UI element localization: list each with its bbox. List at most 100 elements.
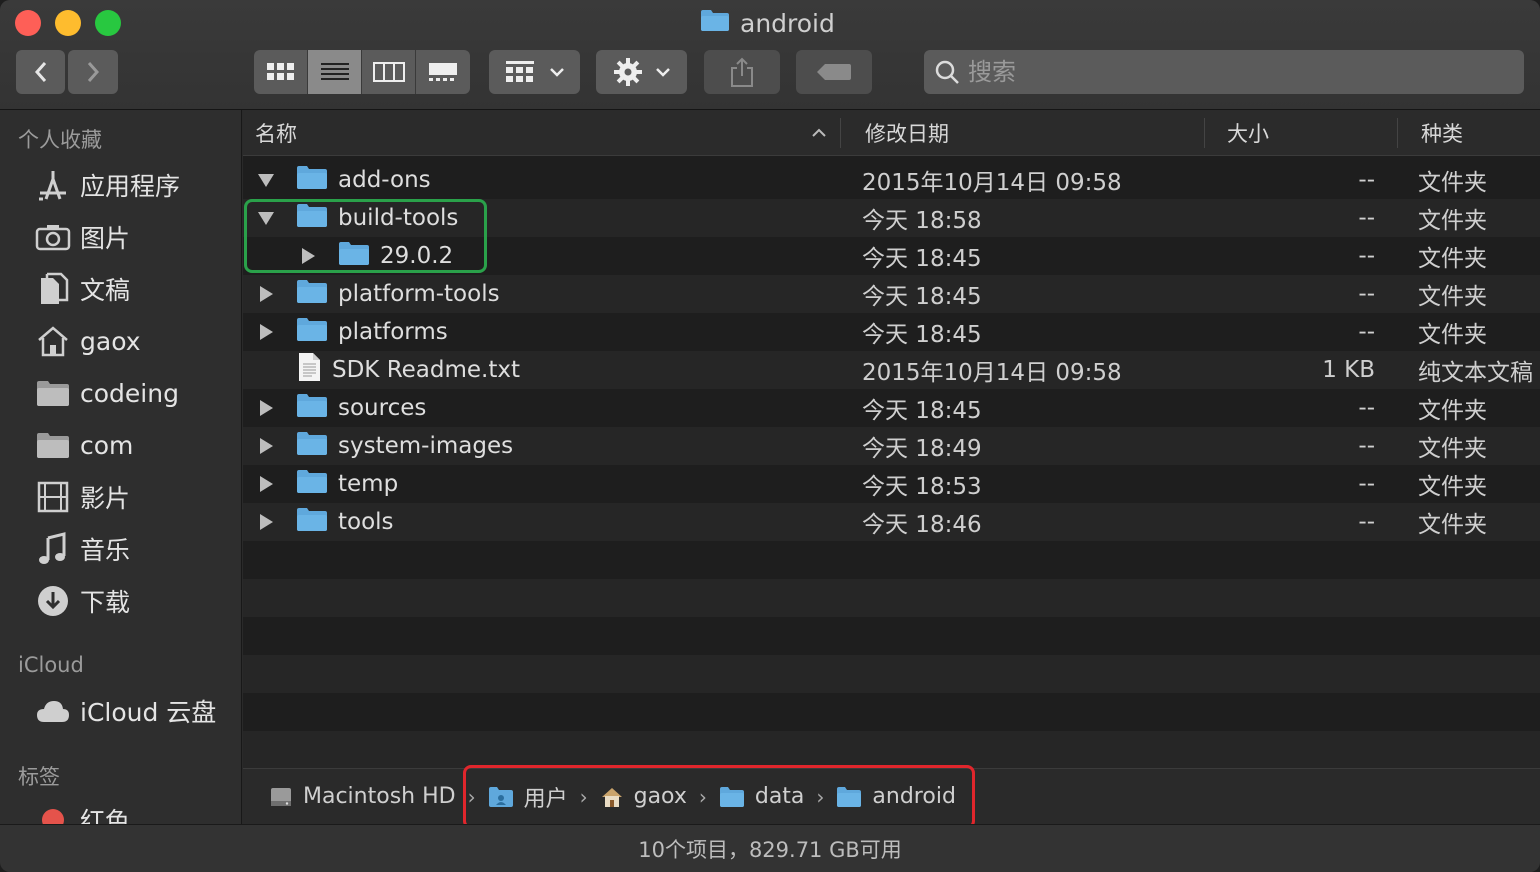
file-size: -- bbox=[1358, 319, 1375, 345]
file-kind: 纯文本文稿 bbox=[1418, 360, 1533, 386]
sidebar-item-codeing[interactable]: codeing bbox=[34, 371, 179, 415]
file-row[interactable]: add-ons 2015年10月14日 09:58 -- 文件夹 bbox=[243, 161, 1540, 199]
disclosure-collapsed-icon[interactable] bbox=[256, 322, 276, 342]
icon-grid-icon bbox=[266, 63, 294, 80]
sidebar-item-icloud-drive[interactable]: iCloud 云盘 bbox=[34, 689, 216, 733]
file-date: 今天 18:53 bbox=[862, 474, 982, 500]
file-row[interactable]: SDK Readme.txt 2015年10月14日 09:58 1 KB 纯文本文稿 bbox=[243, 351, 1540, 389]
column-header-kind[interactable]: 种类 bbox=[1421, 110, 1463, 156]
file-row[interactable]: tools 今天 18:46 -- 文件夹 bbox=[243, 503, 1540, 541]
file-name: platform-tools bbox=[338, 281, 500, 307]
list-view-button[interactable] bbox=[308, 50, 362, 94]
home-icon bbox=[34, 324, 72, 358]
sidebar-item-com[interactable]: com bbox=[34, 423, 133, 467]
file-size: -- bbox=[1358, 395, 1375, 421]
folder-icon bbox=[296, 316, 328, 348]
file-date: 今天 18:45 bbox=[862, 284, 982, 310]
sidebar-item-pictures[interactable]: 图片 bbox=[34, 215, 130, 259]
close-button[interactable] bbox=[15, 10, 41, 36]
file-kind: 文件夹 bbox=[1418, 208, 1487, 234]
zoom-button[interactable] bbox=[95, 10, 121, 36]
sidebar-section-icloud: iCloud bbox=[18, 653, 84, 677]
sidebar-item-documents[interactable]: 文稿 bbox=[34, 267, 130, 311]
share-button[interactable] bbox=[704, 50, 780, 94]
file-row[interactable]: platform-tools 今天 18:45 -- 文件夹 bbox=[243, 275, 1540, 313]
window-title: android bbox=[700, 6, 835, 40]
file-size: -- bbox=[1358, 205, 1375, 231]
text-file-icon bbox=[296, 352, 322, 388]
film-icon bbox=[34, 480, 72, 514]
empty-rows-area bbox=[243, 541, 1540, 768]
finder-window: android 搜索 个人收藏 应用程序 图片 文稿 gaox codeing … bbox=[0, 0, 1540, 872]
sidebar-item-label: 红色 bbox=[80, 807, 131, 824]
minimize-button[interactable] bbox=[55, 10, 81, 36]
file-size: -- bbox=[1358, 243, 1375, 269]
sidebar-item-home[interactable]: gaox bbox=[34, 319, 141, 363]
column-header-label: 修改日期 bbox=[865, 122, 949, 146]
sidebar-item-tag-red[interactable]: 红色 bbox=[34, 798, 130, 824]
sidebar-item-movies[interactable]: 影片 bbox=[34, 475, 130, 519]
file-name: platforms bbox=[338, 319, 448, 345]
chevron-down-icon bbox=[549, 68, 564, 77]
file-size: 1 KB bbox=[1322, 357, 1375, 383]
path-crumb-macintosh-hd[interactable]: Macintosh HD bbox=[269, 784, 456, 809]
column-header-name[interactable]: 名称 bbox=[255, 110, 835, 156]
file-date: 2015年10月14日 09:58 bbox=[862, 360, 1122, 386]
disclosure-collapsed-icon[interactable] bbox=[256, 284, 276, 304]
disclosure-expanded-icon[interactable] bbox=[256, 170, 276, 190]
column-header-size[interactable]: 大小 bbox=[1227, 110, 1269, 156]
action-menu-button[interactable] bbox=[596, 50, 687, 94]
sidebar: 个人收藏 应用程序 图片 文稿 gaox codeing com 影片 音乐 下… bbox=[0, 110, 242, 824]
column-view-button[interactable] bbox=[362, 50, 416, 94]
disclosure-collapsed-icon[interactable] bbox=[256, 398, 276, 418]
gallery-icon bbox=[429, 63, 457, 81]
share-icon bbox=[731, 57, 753, 87]
camera-icon bbox=[34, 220, 72, 254]
file-date: 今天 18:45 bbox=[862, 246, 982, 272]
file-date: 今天 18:45 bbox=[862, 322, 982, 348]
file-date: 今天 18:45 bbox=[862, 398, 982, 424]
music-icon bbox=[34, 532, 72, 566]
annotation-highlight-red bbox=[463, 765, 975, 829]
file-date: 今天 18:58 bbox=[862, 208, 982, 234]
file-name-cell: system-images bbox=[296, 427, 513, 465]
folder-icon bbox=[296, 278, 328, 310]
gallery-view-button[interactable] bbox=[416, 50, 470, 94]
folder-icon bbox=[296, 506, 328, 538]
column-header-date[interactable]: 修改日期 bbox=[865, 110, 949, 156]
search-input[interactable] bbox=[968, 58, 1488, 86]
back-button[interactable] bbox=[16, 50, 65, 94]
file-name: add-ons bbox=[338, 167, 431, 193]
sidebar-item-downloads[interactable]: 下载 bbox=[34, 579, 130, 623]
icon-view-button[interactable] bbox=[254, 50, 308, 94]
file-kind: 文件夹 bbox=[1418, 474, 1487, 500]
hard-drive-icon bbox=[269, 785, 293, 809]
file-name-cell: tools bbox=[296, 503, 394, 541]
file-kind: 文件夹 bbox=[1418, 436, 1487, 462]
disclosure-collapsed-icon[interactable] bbox=[256, 436, 276, 456]
group-by-button[interactable] bbox=[489, 50, 580, 94]
sidebar-item-music[interactable]: 音乐 bbox=[34, 527, 130, 571]
file-row[interactable]: platforms 今天 18:45 -- 文件夹 bbox=[243, 313, 1540, 351]
file-row[interactable]: sources 今天 18:45 -- 文件夹 bbox=[243, 389, 1540, 427]
disclosure-collapsed-icon[interactable] bbox=[256, 474, 276, 494]
file-name-cell: platforms bbox=[296, 313, 448, 351]
search-field[interactable] bbox=[924, 50, 1524, 94]
tag-icon bbox=[817, 64, 851, 80]
toolbar: android bbox=[0, 0, 1540, 110]
file-name: system-images bbox=[338, 433, 514, 459]
forward-button[interactable] bbox=[68, 50, 118, 94]
file-size: -- bbox=[1358, 509, 1375, 535]
sidebar-section-tags: 标签 bbox=[18, 765, 60, 789]
disclosure-collapsed-icon[interactable] bbox=[256, 512, 276, 532]
sidebar-item-applications[interactable]: 应用程序 bbox=[34, 163, 180, 207]
file-row[interactable]: temp 今天 18:53 -- 文件夹 bbox=[243, 465, 1540, 503]
file-name-cell: SDK Readme.txt bbox=[296, 351, 520, 389]
tags-button[interactable] bbox=[796, 50, 872, 94]
file-kind: 文件夹 bbox=[1418, 398, 1487, 424]
window-title-text: android bbox=[740, 8, 835, 38]
folder-icon bbox=[34, 428, 72, 462]
file-row[interactable]: system-images 今天 18:49 -- 文件夹 bbox=[243, 427, 1540, 465]
chevron-down-icon bbox=[655, 68, 670, 77]
file-date: 今天 18:49 bbox=[862, 436, 982, 462]
